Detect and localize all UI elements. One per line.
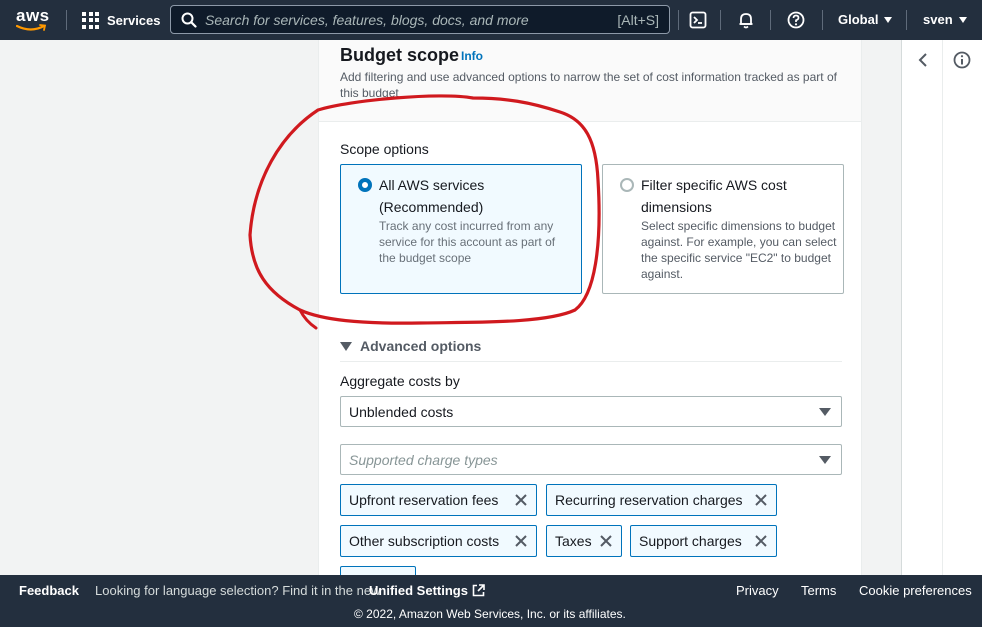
nav-divider xyxy=(678,10,679,30)
caret-down-icon xyxy=(819,408,831,416)
user-label: sven xyxy=(923,12,953,27)
token-support-charges: Support charges xyxy=(630,525,777,557)
page-title: Budget scope xyxy=(340,45,460,65)
budget-scope-container: Budget scope Info Add filtering and use … xyxy=(318,40,862,575)
external-link-icon xyxy=(472,584,485,597)
budget-scope-header: Budget scope Info Add filtering and use … xyxy=(319,40,861,122)
caret-down-icon xyxy=(958,16,967,23)
user-menu[interactable]: sven xyxy=(923,12,967,27)
aggregate-costs-select[interactable]: Unblended costs xyxy=(340,396,842,427)
region-label: Global xyxy=(838,12,879,27)
radio-unselected[interactable] xyxy=(620,178,634,192)
copyright-text: © 2022, Amazon Web Services, Inc. or its… xyxy=(354,607,626,621)
search-placeholder: Search for services, features, blogs, do… xyxy=(205,12,529,28)
scope-option-filter-dimensions[interactable]: Filter specific AWS cost dimensions Sele… xyxy=(602,164,844,294)
aws-smile-icon xyxy=(16,24,47,31)
divider xyxy=(340,361,842,362)
footer: Feedback Looking for language selection?… xyxy=(0,575,982,627)
option-description: Select specific dimensions to budget aga… xyxy=(641,219,837,281)
info-circle-icon[interactable] xyxy=(953,51,971,69)
aws-logo-text: aws xyxy=(16,6,50,25)
rail-divider xyxy=(942,40,943,575)
token-label: Support charges xyxy=(639,533,742,549)
token-other-subscription-costs: Other subscription costs xyxy=(340,525,537,557)
search-shortcut: [Alt+S] xyxy=(617,12,659,28)
terms-link[interactable]: Terms xyxy=(801,583,836,598)
nav-divider xyxy=(770,10,771,30)
close-icon[interactable] xyxy=(514,493,528,507)
search-icon xyxy=(181,12,197,28)
info-link[interactable]: Info xyxy=(461,49,483,63)
services-label: Services xyxy=(107,12,161,28)
nav-divider xyxy=(66,10,67,30)
bell-icon[interactable] xyxy=(734,8,758,32)
close-icon[interactable] xyxy=(514,534,528,548)
aggregate-costs-label: Aggregate costs by xyxy=(340,373,460,389)
advanced-options-toggle[interactable]: Advanced options xyxy=(340,338,481,354)
aggregate-costs-value: Unblended costs xyxy=(349,404,454,420)
close-icon[interactable] xyxy=(754,493,768,507)
chevron-left-icon[interactable] xyxy=(916,52,930,68)
token-upfront-reservation-fees: Upfront reservation fees xyxy=(340,484,537,516)
option-title: Filter specific AWS cost dimensions xyxy=(641,177,787,215)
unified-settings-link[interactable]: Unified Settings xyxy=(369,583,485,598)
cookie-preferences-link[interactable]: Cookie preferences xyxy=(859,583,972,598)
budget-scope-description: Add filtering and use advanced options t… xyxy=(340,70,837,100)
region-selector[interactable]: Global xyxy=(838,12,893,27)
top-navigation: aws Services Search for services, featur… xyxy=(0,0,982,40)
close-icon[interactable] xyxy=(754,534,768,548)
services-menu-button[interactable]: Services xyxy=(82,0,161,40)
close-icon[interactable] xyxy=(599,534,613,548)
radio-selected[interactable] xyxy=(358,178,372,192)
feedback-link[interactable]: Feedback xyxy=(19,583,79,598)
charge-types-multiselect[interactable]: Supported charge types xyxy=(340,444,842,475)
search-input[interactable]: Search for services, features, blogs, do… xyxy=(170,5,670,34)
advanced-options-label: Advanced options xyxy=(360,338,482,354)
token-label: Recurring reservation charges xyxy=(555,492,743,508)
scope-option-all-services[interactable]: All AWS services (Recommended) Track any… xyxy=(340,164,582,294)
option-description: Track any cost incurred from any service… xyxy=(379,219,556,265)
language-prompt: Looking for language selection? Find it … xyxy=(95,583,381,598)
nav-divider xyxy=(822,10,823,30)
token-label: Upfront reservation fees xyxy=(349,492,499,508)
tools-rail xyxy=(901,40,982,575)
option-title: All AWS services (Recommended) xyxy=(379,177,485,215)
nav-divider xyxy=(906,10,907,30)
nav-divider xyxy=(720,10,721,30)
caret-down-icon xyxy=(819,456,831,464)
caret-down-icon xyxy=(340,341,352,351)
token-label: Other subscription costs xyxy=(349,533,500,549)
scope-options-label: Scope options xyxy=(340,141,429,157)
charge-types-placeholder: Supported charge types xyxy=(349,452,498,468)
token-recurring-reservation-charges: Recurring reservation charges xyxy=(546,484,777,516)
token-partial xyxy=(340,566,416,575)
aws-logo[interactable]: aws xyxy=(14,6,52,33)
privacy-link[interactable]: Privacy xyxy=(736,583,779,598)
token-taxes: Taxes xyxy=(546,525,622,557)
caret-down-icon xyxy=(884,16,893,23)
grid-icon xyxy=(82,11,99,29)
help-icon[interactable] xyxy=(784,8,808,32)
cloudshell-icon[interactable] xyxy=(686,8,710,32)
token-label: Taxes xyxy=(555,533,592,549)
unified-settings-label: Unified Settings xyxy=(369,583,468,598)
